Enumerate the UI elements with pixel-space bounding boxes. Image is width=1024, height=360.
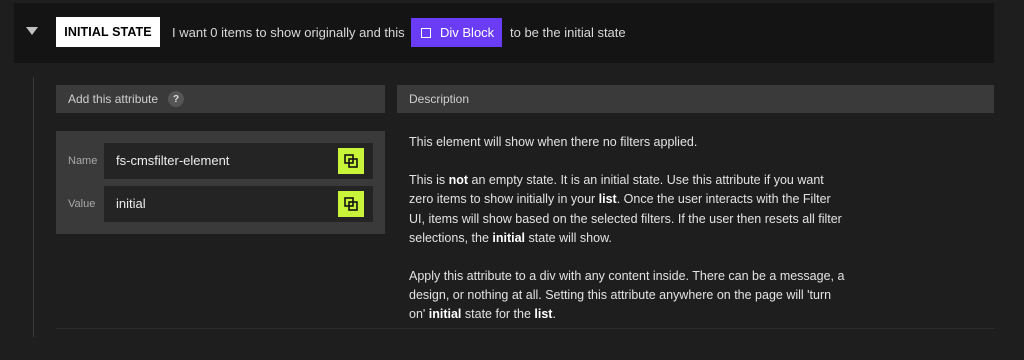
description-emphasis: list xyxy=(598,192,617,207)
state-header: INITIAL STATE I want 0 items to show ori… xyxy=(14,3,994,63)
description-text: state will show. xyxy=(525,230,612,245)
help-icon[interactable]: ? xyxy=(168,91,185,107)
description-emphasis: initial xyxy=(492,230,526,245)
description-emphasis: list xyxy=(534,307,553,322)
attribute-panel-title: Add this attribute xyxy=(68,92,159,106)
description-text: This element will show when there no fil… xyxy=(409,135,698,149)
description-emphasis: initial xyxy=(428,307,462,322)
outro-text: to be the initial state xyxy=(510,25,626,40)
divider-vertical xyxy=(33,77,34,337)
copy-name-button[interactable] xyxy=(338,148,364,174)
intro-text: I want 0 items to show originally and th… xyxy=(172,25,405,40)
div-block-chip[interactable]: Div Block xyxy=(411,18,502,47)
description-text: state for the xyxy=(461,307,535,322)
copy-icon xyxy=(344,197,358,211)
attribute-name-field[interactable]: fs-cmsfilter-element xyxy=(104,143,373,179)
description-paragraph: Apply this attribute to a div with any c… xyxy=(409,267,849,325)
attribute-name-label: Name xyxy=(68,155,98,167)
description-text: This is xyxy=(409,173,449,188)
description-paragraph: This is not an empty state. It is an ini… xyxy=(409,171,849,248)
attribute-panel-header: Add this attribute ? xyxy=(56,85,385,113)
attribute-row-value: Value initial xyxy=(56,186,385,222)
attribute-name-value: fs-cmsfilter-element xyxy=(116,153,230,168)
attribute-value-value: initial xyxy=(116,196,146,211)
description-panel-header: Description xyxy=(397,85,994,113)
description-body: This element will show when there no fil… xyxy=(409,133,849,344)
state-badge: INITIAL STATE xyxy=(56,17,160,47)
copy-value-button[interactable] xyxy=(338,191,364,217)
description-emphasis: not xyxy=(448,173,469,188)
caret-down-icon[interactable] xyxy=(26,27,38,35)
description-paragraph: This element will show when there no fil… xyxy=(409,133,849,152)
copy-icon xyxy=(344,154,358,168)
description-panel-title: Description xyxy=(409,92,470,106)
div-block-label: Div Block xyxy=(440,25,495,40)
square-icon xyxy=(421,27,431,38)
attribute-box: Name fs-cmsfilter-element Value initial xyxy=(56,131,385,234)
attribute-row-name: Name fs-cmsfilter-element xyxy=(56,143,385,179)
attribute-value-field[interactable]: initial xyxy=(104,186,373,222)
attribute-value-label: Value xyxy=(68,198,96,210)
description-text: . xyxy=(552,307,556,322)
